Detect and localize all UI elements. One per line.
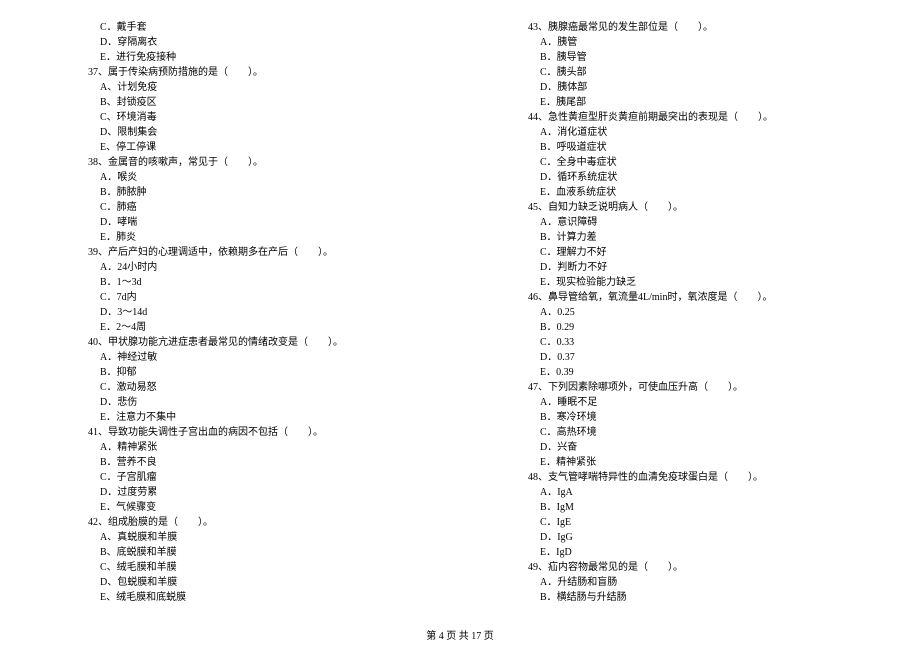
option-line: B．IgM — [480, 500, 880, 515]
option-line: B、底蜕膜和羊膜 — [40, 545, 440, 560]
option-line: E．注意力不集中 — [40, 410, 440, 425]
question-line: 38、金属音的咳嗽声，常见于（ ）。 — [40, 155, 440, 170]
option-line: A、真蜕膜和羊膜 — [40, 530, 440, 545]
option-line: C．戴手套 — [40, 20, 440, 35]
question-line: 42、组成胎膜的是（ ）。 — [40, 515, 440, 530]
option-line: E．胰尾部 — [480, 95, 880, 110]
option-line: A、计划免疫 — [40, 80, 440, 95]
option-line: D．3～14d — [40, 305, 440, 320]
option-line: C、绒毛膜和羊膜 — [40, 560, 440, 575]
option-line: A．胰管 — [480, 35, 880, 50]
option-line: D．哮喘 — [40, 215, 440, 230]
option-line: B．抑郁 — [40, 365, 440, 380]
option-line: B．寒冷环境 — [480, 410, 880, 425]
option-line: C．胰头部 — [480, 65, 880, 80]
left-column: C．戴手套D．穿隔离衣E．进行免疫接种37、属于传染病预防措施的是（ ）。A、计… — [40, 20, 440, 605]
page-columns: C．戴手套D．穿隔离衣E．进行免疫接种37、属于传染病预防措施的是（ ）。A、计… — [40, 20, 880, 605]
option-line: C．高热环境 — [480, 425, 880, 440]
option-line: B、封锁疫区 — [40, 95, 440, 110]
question-line: 44、急性黄疸型肝炎黄疸前期最突出的表现是（ ）。 — [480, 110, 880, 125]
option-line: C．肺癌 — [40, 200, 440, 215]
option-line: C、环境消毒 — [40, 110, 440, 125]
option-line: E．气候骤变 — [40, 500, 440, 515]
question-line: 47、下列因素除哪项外，可使血压升高（ ）。 — [480, 380, 880, 395]
question-line: 40、甲状腺功能亢进症患者最常见的情绪改变是（ ）。 — [40, 335, 440, 350]
option-line: E．0.39 — [480, 365, 880, 380]
right-column: 43、胰腺癌最常见的发生部位是（ ）。A．胰管B．胰导管C．胰头部D．胰体部E．… — [480, 20, 880, 605]
option-line: A．IgA — [480, 485, 880, 500]
question-line: 37、属于传染病预防措施的是（ ）。 — [40, 65, 440, 80]
option-line: D、限制集会 — [40, 125, 440, 140]
option-line: E．2～4周 — [40, 320, 440, 335]
option-line: A．睡眠不足 — [480, 395, 880, 410]
option-line: D．过度劳累 — [40, 485, 440, 500]
option-line: A．消化道症状 — [480, 125, 880, 140]
option-line: E．现实检验能力缺乏 — [480, 275, 880, 290]
option-line: C．理解力不好 — [480, 245, 880, 260]
option-line: A．喉炎 — [40, 170, 440, 185]
option-line: C．激动易怒 — [40, 380, 440, 395]
option-line: C．子宫肌瘤 — [40, 470, 440, 485]
option-line: D．0.37 — [480, 350, 880, 365]
option-line: B．胰导管 — [480, 50, 880, 65]
question-line: 39、产后产妇的心理调适中，依赖期多在产后（ ）。 — [40, 245, 440, 260]
option-line: E．精神紧张 — [480, 455, 880, 470]
option-line: A．升结肠和盲肠 — [480, 575, 880, 590]
option-line: C．7d内 — [40, 290, 440, 305]
option-line: A．精神紧张 — [40, 440, 440, 455]
option-line: B．营养不良 — [40, 455, 440, 470]
option-line: A．0.25 — [480, 305, 880, 320]
option-line: E．血液系统症状 — [480, 185, 880, 200]
question-line: 48、支气管哮喘特异性的血清免疫球蛋白是（ ）。 — [480, 470, 880, 485]
option-line: B．0.29 — [480, 320, 880, 335]
page-footer: 第 4 页 共 17 页 — [0, 627, 920, 642]
option-line: E．IgD — [480, 545, 880, 560]
option-line: C．0.33 — [480, 335, 880, 350]
option-line: E、停工停课 — [40, 140, 440, 155]
option-line: A．意识障碍 — [480, 215, 880, 230]
option-line: D．判断力不好 — [480, 260, 880, 275]
option-line: D、包蜕膜和羊膜 — [40, 575, 440, 590]
option-line: C．IgE — [480, 515, 880, 530]
option-line: D．循环系统症状 — [480, 170, 880, 185]
option-line: D．兴奋 — [480, 440, 880, 455]
question-line: 41、导致功能失调性子宫出血的病因不包括（ ）。 — [40, 425, 440, 440]
option-line: A．神经过敏 — [40, 350, 440, 365]
question-line: 46、鼻导管给氧，氧流量4L/min时，氧浓度是（ ）。 — [480, 290, 880, 305]
option-line: D．IgG — [480, 530, 880, 545]
option-line: E．进行免疫接种 — [40, 50, 440, 65]
question-line: 45、自知力缺乏说明病人（ ）。 — [480, 200, 880, 215]
option-line: B．呼吸道症状 — [480, 140, 880, 155]
option-line: B．肺脓肿 — [40, 185, 440, 200]
option-line: D．穿隔离衣 — [40, 35, 440, 50]
option-line: B．横结肠与升结肠 — [480, 590, 880, 605]
option-line: A．24小时内 — [40, 260, 440, 275]
option-line: B．1～3d — [40, 275, 440, 290]
option-line: E．肺炎 — [40, 230, 440, 245]
option-line: B．计算力差 — [480, 230, 880, 245]
option-line: D．胰体部 — [480, 80, 880, 95]
option-line: E、绒毛膜和底蜕膜 — [40, 590, 440, 605]
question-line: 43、胰腺癌最常见的发生部位是（ ）。 — [480, 20, 880, 35]
option-line: C．全身中毒症状 — [480, 155, 880, 170]
question-line: 49、疝内容物最常见的是（ ）。 — [480, 560, 880, 575]
option-line: D．悲伤 — [40, 395, 440, 410]
